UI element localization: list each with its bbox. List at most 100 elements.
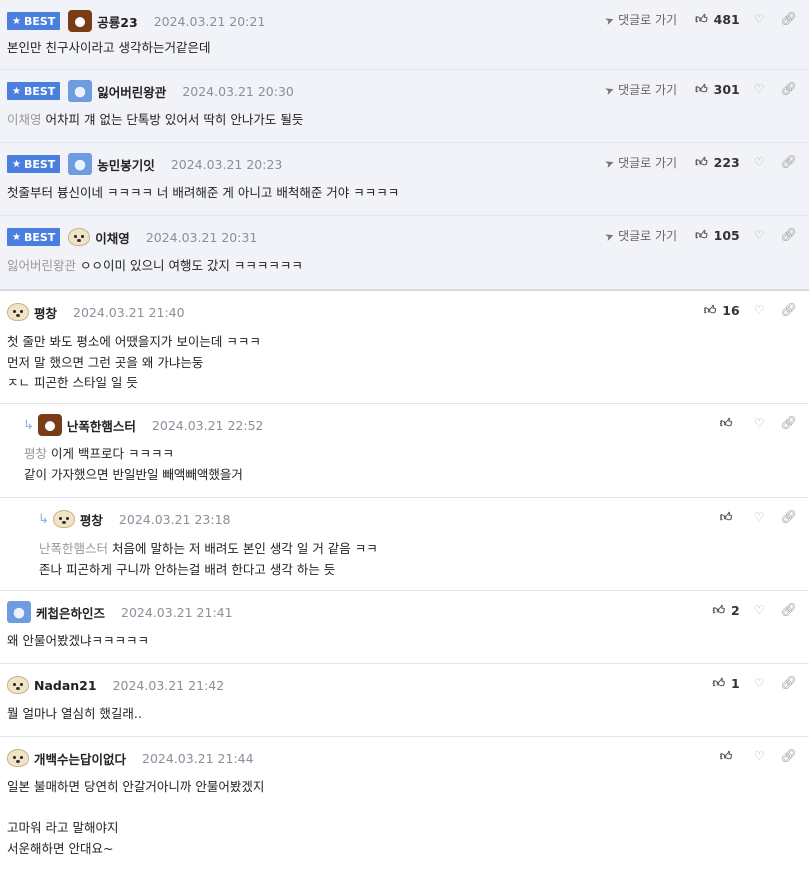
author-name[interactable]: 평창 [34, 303, 57, 322]
avatar[interactable] [7, 676, 29, 694]
mention[interactable]: 난폭한햄스터 [39, 541, 108, 556]
comment-text: 이채영 어차피 걔 없는 단톡방 있어서 딱히 안나가도 될듯 [7, 112, 304, 127]
link-icon[interactable]: 🔗︎ [780, 510, 797, 525]
like-button[interactable]: 👍︎ 105 [695, 228, 740, 243]
like-button[interactable]: 👍︎ [720, 749, 740, 764]
comment-date: 2024.03.21 23:18 [118, 511, 231, 527]
like-count: 301 [713, 81, 740, 97]
link-icon[interactable]: 🔗︎ [780, 749, 797, 764]
comment-date: 2024.03.21 21:42 [112, 677, 225, 693]
send-arrow-icon: ➤ [602, 228, 617, 244]
avatar[interactable] [68, 10, 93, 32]
reply-arrow-icon: ↳ [38, 511, 49, 527]
link-icon[interactable]: 🔗︎ [780, 228, 797, 243]
like-button[interactable]: 👍︎ 1 [712, 676, 739, 691]
like-count: 481 [713, 11, 740, 27]
like-count: 105 [713, 227, 740, 243]
go-to-reply-link[interactable]: ➤ 댓글로 가기 [603, 154, 677, 170]
author-name[interactable]: 농민봉기잇 [97, 155, 155, 174]
like-count: 223 [713, 154, 740, 170]
avatar[interactable] [7, 749, 29, 767]
best-badge: ★ BEST [7, 228, 61, 246]
avatar[interactable] [68, 228, 91, 246]
like-button[interactable]: 👍︎ 223 [695, 155, 740, 170]
link-icon[interactable]: 🔗︎ [780, 416, 797, 431]
like-button[interactable]: 👍︎ [720, 510, 740, 525]
comment-text: 본인만 친구사이라고 생각하는거같은데 [7, 40, 211, 55]
comment-date: 2024.03.21 20:23 [170, 156, 283, 172]
dislike-button[interactable]: ♡ [754, 749, 765, 763]
author-name[interactable]: 공룡23 [97, 12, 137, 31]
avatar[interactable] [68, 153, 93, 175]
author-name[interactable]: 개백수는답이없다 [34, 749, 126, 768]
comment-item: ★ BEST 공룡23 2024.03.21 20:21 ➤ 댓글로 가기 👍︎ 48… [0, 0, 809, 70]
mention[interactable]: 잃어버린왕관 [7, 258, 76, 273]
dislike-button[interactable]: ♡ [754, 12, 765, 26]
comment-item: ★ BEST 농민봉기잇 2024.03.21 20:23 ➤ 댓글로 가기 👍︎ 2… [0, 143, 809, 216]
dislike-button[interactable]: ♡ [754, 155, 765, 169]
link-icon[interactable]: 🔗︎ [780, 155, 797, 170]
thumbs-up-icon: 👍︎ [695, 11, 708, 26]
go-to-reply-link[interactable]: ➤ 댓글로 가기 [602, 227, 677, 244]
thumbs-up-icon: 👍︎ [703, 302, 717, 317]
thumbs-up-icon: 👍︎ [695, 81, 708, 96]
go-to-reply-link[interactable]: ➤ 댓글로 가기 [602, 81, 677, 98]
avatar[interactable] [52, 510, 75, 528]
like-count: 16 [722, 302, 740, 318]
send-arrow-icon: ➤ [602, 12, 617, 28]
link-icon[interactable]: 🔗︎ [780, 303, 797, 318]
thumbs-up-icon: 👍︎ [719, 509, 733, 524]
comment-date: 2024.03.21 22:52 [151, 417, 264, 433]
dislike-button[interactable]: ♡ [754, 303, 765, 317]
like-button[interactable]: 👍︎ 481 [695, 12, 740, 27]
like-button[interactable]: 👍︎ [720, 416, 740, 431]
reply-item: ↳ 평창 2024.03.21 23:18 👍︎ ♡ 🔗︎ 난폭한햄스터 처음에 … [0, 498, 809, 591]
like-button[interactable]: 👍︎ 16 [704, 303, 740, 318]
avatar[interactable] [37, 414, 62, 436]
like-button[interactable]: 👍︎ 301 [695, 82, 740, 97]
comment-text: 난폭한햄스터 처음에 말하는 저 배려도 본인 생각 일 거 같음 ㅋㅋ 존나 피… [39, 541, 378, 577]
comment-date: 2024.03.21 21:44 [142, 750, 254, 766]
mention[interactable]: 평창 [24, 446, 47, 461]
star-icon: ★ [12, 85, 21, 97]
best-badge: ★ BEST [7, 12, 61, 30]
comment-text: 뭘 얼마나 열심히 했길래.. [7, 706, 142, 721]
link-icon[interactable]: 🔗︎ [780, 603, 797, 618]
like-button[interactable]: 👍︎ 2 [712, 603, 739, 618]
comment-item: 평창 2024.03.21 21:40 👍︎ 16 ♡ 🔗︎ 첫 줄만 봐도 평소… [0, 291, 809, 404]
comment-item: Nadan21 2024.03.21 21:42 👍︎ 1 ♡ 🔗︎ 뭘 얼마나 … [0, 664, 809, 737]
author-name[interactable]: Nadan21 [34, 678, 97, 693]
comment-date: 2024.03.21 21:40 [73, 304, 185, 320]
dislike-button[interactable]: ♡ [754, 416, 765, 430]
avatar[interactable] [7, 303, 29, 321]
send-arrow-icon: ➤ [602, 82, 617, 98]
author-name[interactable]: 난폭한햄스터 [67, 416, 136, 435]
comment-item: 케첩은하인즈 2024.03.21 21:41 👍︎ 2 ♡ 🔗︎ 왜 안물어봤겠… [0, 591, 809, 664]
comment-date: 2024.03.21 20:21 [153, 13, 266, 29]
link-icon[interactable]: 🔗︎ [780, 82, 797, 97]
thumbs-up-icon: 👍︎ [719, 415, 733, 430]
link-icon[interactable]: 🔗︎ [780, 12, 797, 27]
comment-item: 개백수는답이없다 2024.03.21 21:44 👍︎ ♡ 🔗︎ 일본 불매하… [0, 737, 809, 873]
author-name[interactable]: 평창 [80, 510, 103, 529]
star-icon: ★ [12, 15, 21, 27]
avatar[interactable] [68, 80, 93, 102]
dislike-button[interactable]: ♡ [754, 82, 765, 96]
link-icon[interactable]: 🔗︎ [780, 676, 797, 691]
comment-item: ★ BEST 잃어버린왕관 2024.03.21 20:30 ➤ 댓글로 가기 👍︎… [0, 70, 809, 143]
best-badge: ★ BEST [7, 155, 61, 173]
thumbs-up-icon: 👍︎ [695, 227, 708, 242]
mention[interactable]: 이채영 [7, 112, 42, 127]
avatar[interactable] [7, 601, 31, 623]
like-count: 2 [731, 602, 740, 618]
comment-text: 평창 이게 백프로다 ㅋㅋㅋㅋ 같이 가자했으면 반일반일 빼액빼액했을거 [24, 446, 243, 482]
go-to-reply-link[interactable]: ➤ 댓글로 가기 [602, 11, 677, 28]
dislike-button[interactable]: ♡ [754, 228, 765, 242]
author-name[interactable]: 이채영 [95, 228, 130, 247]
dislike-button[interactable]: ♡ [754, 676, 765, 690]
author-name[interactable]: 잃어버린왕관 [97, 82, 166, 101]
dislike-button[interactable]: ♡ [754, 603, 765, 617]
dislike-button[interactable]: ♡ [754, 510, 765, 524]
comment-text: 왜 안물어봤겠냐ㅋㅋㅋㅋㅋ [7, 633, 149, 648]
author-name[interactable]: 케첩은하인즈 [36, 603, 105, 622]
